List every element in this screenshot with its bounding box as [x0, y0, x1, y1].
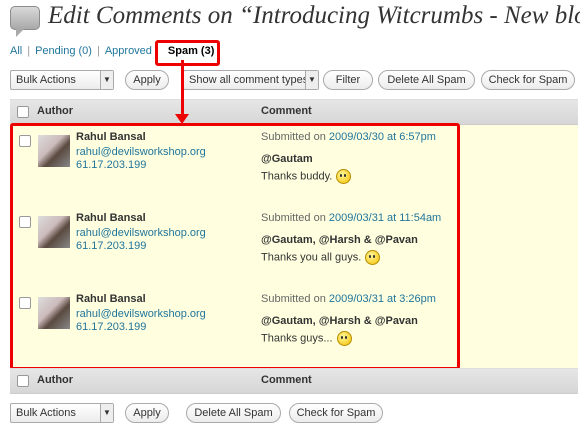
comment-text-line: Thanks buddy.: [261, 169, 352, 184]
table-header: Author Comment: [10, 99, 578, 125]
comment-date-link[interactable]: 2009/03/31 at 3:26pm: [329, 293, 436, 305]
page-header: Edit Comments on “Introducing Witcrumbs …: [0, 0, 580, 38]
bulk-actions-value: Bulk Actions: [16, 74, 76, 86]
chevron-down-icon: ▼: [305, 71, 318, 89]
filter-separator: |: [27, 45, 31, 57]
delete-all-spam-button[interactable]: Delete All Spam: [378, 70, 475, 90]
comment-type-value: Show all comment types: [189, 74, 309, 86]
comment-text: Thanks you all guys.: [261, 251, 362, 264]
annotation-arrow-head: [175, 114, 189, 124]
submitted-prefix: Submitted on: [261, 293, 326, 305]
chevron-down-icon: ▼: [100, 71, 113, 89]
comment-date-link[interactable]: 2009/03/31 at 11:54am: [329, 212, 441, 224]
delete-all-spam-button-bottom[interactable]: Delete All Spam: [186, 403, 281, 423]
comment-text-line: Thanks guys...: [261, 331, 352, 346]
author-name: Rahul Bansal: [76, 131, 146, 143]
author-ip-link[interactable]: 61.17.203.199: [76, 159, 146, 171]
filter-separator: |: [96, 45, 100, 57]
row-checkbox[interactable]: [19, 135, 31, 147]
author-ip-link[interactable]: 61.17.203.199: [76, 321, 146, 333]
author-email-link[interactable]: rahul@devilsworkshop.org: [76, 308, 206, 320]
comment-text-line: Thanks you all guys.: [261, 250, 381, 265]
row-checkbox[interactable]: [19, 297, 31, 309]
comment-row: Rahul Bansal rahul@devilsworkshop.org 61…: [10, 125, 578, 208]
author-name: Rahul Bansal: [76, 293, 146, 305]
comment-text: Thanks buddy.: [261, 170, 333, 183]
bulk-actions-value: Bulk Actions: [16, 407, 76, 419]
comment-date-link[interactable]: 2009/03/30 at 6:57pm: [329, 131, 436, 143]
select-all-checkbox[interactable]: [17, 106, 29, 118]
filter-pending[interactable]: Pending (0): [35, 45, 92, 57]
submitted-info: Submitted on 2009/03/30 at 6:57pm: [261, 131, 436, 143]
filter-button[interactable]: Filter: [323, 70, 373, 90]
table-footer: Author Comment: [10, 368, 578, 394]
smiley-icon: [336, 331, 352, 346]
spam-highlight-box: [155, 40, 220, 66]
chevron-down-icon: ▼: [100, 404, 113, 422]
comment-mentions: @Gautam: [261, 153, 313, 165]
avatar: [38, 135, 70, 167]
filter-all[interactable]: All: [10, 45, 22, 57]
bulk-actions-select-bottom[interactable]: Bulk Actions ▼: [10, 403, 114, 423]
submitted-info: Submitted on 2009/03/31 at 3:26pm: [261, 293, 436, 305]
comment-text: Thanks guys...: [261, 332, 333, 345]
column-comment-footer: Comment: [261, 374, 312, 386]
avatar: [38, 216, 70, 248]
comments-icon: [10, 6, 40, 37]
submitted-info: Submitted on 2009/03/31 at 11:54am: [261, 212, 441, 224]
column-author: Author: [37, 105, 74, 117]
check-for-spam-button[interactable]: Check for Spam: [481, 70, 575, 90]
author-email-link[interactable]: rahul@devilsworkshop.org: [76, 146, 206, 158]
comment-type-select[interactable]: Show all comment types ▼: [183, 70, 319, 90]
bulk-actions-select[interactable]: Bulk Actions ▼: [10, 70, 114, 90]
author-email-link[interactable]: rahul@devilsworkshop.org: [76, 227, 206, 239]
submitted-prefix: Submitted on: [261, 131, 326, 143]
row-checkbox[interactable]: [19, 216, 31, 228]
smiley-icon: [365, 250, 381, 265]
check-for-spam-button-bottom[interactable]: Check for Spam: [289, 403, 383, 423]
page-title: Edit Comments on “Introducing Witcrumbs …: [48, 2, 580, 29]
comment-mentions: @Gautam, @Harsh & @Pavan: [261, 234, 418, 246]
avatar: [38, 297, 70, 329]
comment-row: Rahul Bansal rahul@devilsworkshop.org 61…: [10, 206, 578, 289]
select-all-checkbox-footer[interactable]: [17, 375, 29, 387]
comment-mentions: @Gautam, @Harsh & @Pavan: [261, 315, 418, 327]
author-ip-link[interactable]: 61.17.203.199: [76, 240, 146, 252]
comment-row: Rahul Bansal rahul@devilsworkshop.org 61…: [10, 287, 578, 370]
author-name: Rahul Bansal: [76, 212, 146, 224]
column-author-footer: Author: [37, 374, 74, 386]
filter-approved[interactable]: Approved: [105, 45, 152, 57]
apply-button[interactable]: Apply: [125, 70, 169, 90]
column-comment: Comment: [261, 105, 312, 117]
smiley-icon: [336, 169, 352, 184]
annotation-arrow-line: [181, 60, 184, 116]
submitted-prefix: Submitted on: [261, 212, 326, 224]
apply-button-bottom[interactable]: Apply: [125, 403, 169, 423]
